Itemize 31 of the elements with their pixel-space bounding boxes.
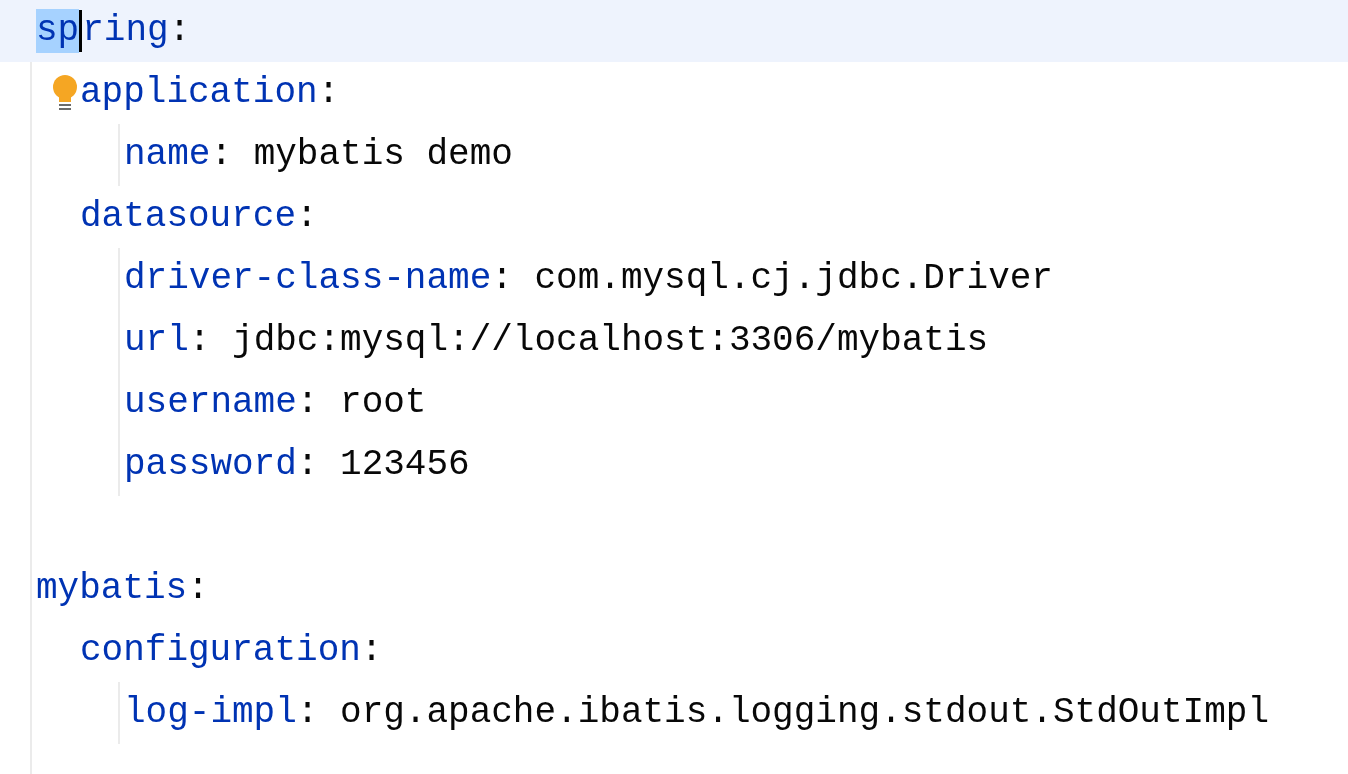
yaml-key: driver-class-name (124, 252, 492, 306)
yaml-key: mybatis (36, 562, 188, 616)
lightbulb-icon[interactable] (50, 74, 80, 112)
yaml-key: password (124, 438, 297, 492)
colon: : (168, 9, 191, 53)
colon: : (188, 319, 211, 363)
yaml-key: datasource (80, 190, 297, 244)
yaml-key: ring (82, 4, 169, 58)
yaml-value: org.apache.ibatis.logging.stdout.StdOutImpl (339, 691, 1269, 735)
colon: : (210, 133, 233, 177)
colon: : (296, 195, 318, 239)
yaml-key: configuration (80, 624, 361, 678)
yaml-key: username (124, 376, 297, 430)
colon: : (491, 257, 513, 301)
colon: : (317, 71, 340, 115)
yaml-value: root (339, 381, 427, 425)
yaml-value: com.mysql.cj.jdbc.Driver (533, 257, 1053, 301)
yaml-value: jdbc:mysql://localhost:3306/mybatis (231, 319, 989, 363)
colon: : (187, 567, 209, 611)
yaml-value: mybatis demo (252, 133, 513, 177)
colon: : (296, 691, 319, 735)
selected-text: sp (36, 9, 80, 53)
colon: : (296, 443, 319, 487)
yaml-key: name (124, 128, 211, 182)
yaml-key: application (80, 66, 318, 120)
yaml-value: 123456 (339, 443, 470, 487)
text-caret (79, 10, 83, 52)
colon: : (360, 629, 383, 673)
yaml-key: log-impl (124, 686, 297, 740)
colon: : (296, 381, 319, 425)
yaml-key: url (124, 314, 189, 368)
